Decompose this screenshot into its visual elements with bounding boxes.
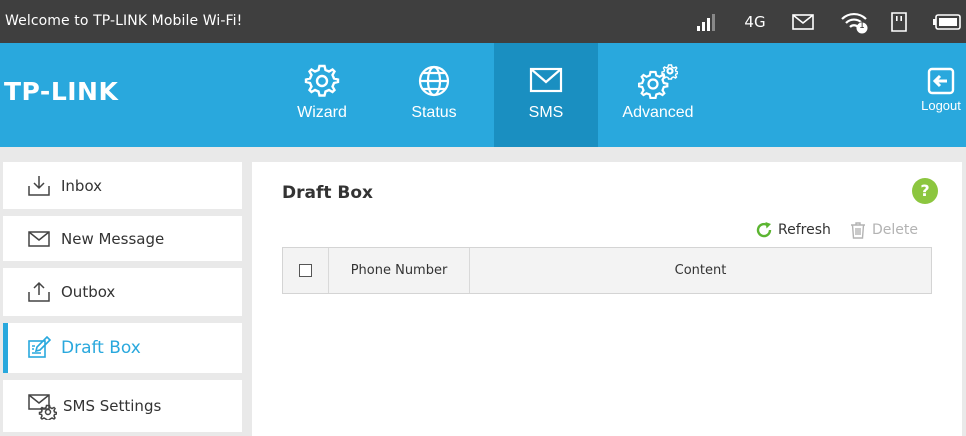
outbox-icon bbox=[28, 281, 50, 302]
select-all-cell bbox=[283, 248, 329, 293]
tp-link-logo[interactable]: TP-LINK bbox=[4, 77, 118, 106]
refresh-icon bbox=[756, 222, 772, 238]
tab-status[interactable]: Status bbox=[386, 43, 482, 147]
status-bar: Welcome to TP-LINK Mobile Wi-Fi! 4G 1 bbox=[0, 0, 966, 43]
column-header-phone[interactable]: Phone Number bbox=[329, 248, 470, 293]
sidebar-item-label: Outbox bbox=[61, 283, 116, 301]
wifi-clients-count: 1 bbox=[859, 21, 865, 31]
select-all-checkbox[interactable] bbox=[299, 264, 312, 277]
logout-label: Logout bbox=[921, 98, 961, 113]
draft-table-header: Phone Number Content bbox=[282, 247, 932, 294]
tab-advanced-label: Advanced bbox=[622, 104, 694, 121]
sidebar-item-label: New Message bbox=[61, 229, 165, 248]
logout-button[interactable]: Logout bbox=[916, 67, 966, 127]
battery-icon bbox=[933, 8, 961, 36]
signal-icon bbox=[695, 8, 717, 36]
sms-unread-icon[interactable] bbox=[791, 8, 815, 36]
draft-icon bbox=[28, 336, 51, 358]
tab-status-label: Status bbox=[411, 104, 457, 121]
refresh-button[interactable]: Refresh bbox=[755, 221, 831, 239]
sidebar-item-new-message[interactable]: New Message bbox=[3, 216, 242, 261]
column-header-content[interactable]: Content bbox=[470, 248, 931, 293]
logout-icon bbox=[927, 67, 955, 95]
sim-icon bbox=[890, 8, 908, 36]
network-type: 4G bbox=[744, 13, 766, 31]
tab-advanced[interactable]: Advanced bbox=[612, 43, 704, 147]
draft-box-panel: Draft Box ? Refresh Delete Phone Number … bbox=[252, 162, 962, 436]
sidebar-item-inbox[interactable]: Inbox bbox=[3, 162, 242, 209]
tab-wizard-label: Wizard bbox=[297, 104, 347, 121]
delete-button[interactable]: Delete bbox=[849, 221, 918, 239]
tab-sms[interactable]: SMS bbox=[494, 43, 598, 147]
sidebar-item-label: Draft Box bbox=[61, 338, 141, 358]
inbox-icon bbox=[28, 175, 50, 196]
welcome-text: Welcome to TP-LINK Mobile Wi-Fi! bbox=[5, 13, 243, 29]
main-nav: TP-LINK Wizard Status SMS Advanced Logou… bbox=[0, 43, 966, 147]
gear-icon bbox=[304, 64, 340, 97]
tab-wizard[interactable]: Wizard bbox=[275, 43, 369, 147]
sms-settings-icon bbox=[28, 394, 57, 420]
sidebar-item-label: SMS Settings bbox=[63, 397, 162, 415]
new-message-icon bbox=[28, 230, 50, 247]
gears-icon bbox=[638, 64, 678, 99]
sidebar-item-draft-box[interactable]: Draft Box bbox=[3, 323, 242, 373]
envelope-icon bbox=[529, 67, 563, 93]
trash-icon bbox=[851, 222, 865, 239]
sidebar-item-sms-settings[interactable]: SMS Settings bbox=[3, 380, 242, 432]
sidebar-item-outbox[interactable]: Outbox bbox=[3, 268, 242, 316]
page-title: Draft Box bbox=[282, 183, 374, 203]
tab-sms-label: SMS bbox=[528, 104, 564, 121]
refresh-label: Refresh bbox=[778, 222, 831, 238]
globe-icon bbox=[418, 65, 450, 97]
delete-label: Delete bbox=[872, 222, 918, 238]
sidebar-item-label: Inbox bbox=[61, 176, 103, 195]
help-button[interactable]: ? bbox=[912, 178, 938, 204]
